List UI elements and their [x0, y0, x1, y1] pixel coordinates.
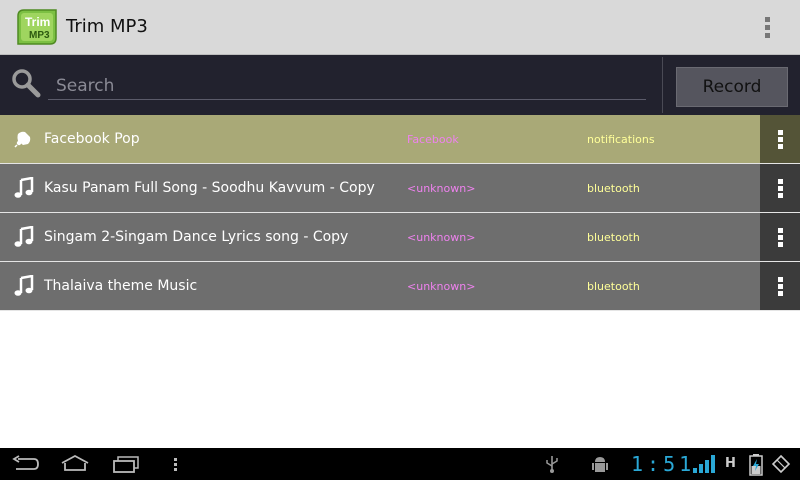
sound-album: notifications — [587, 133, 655, 146]
sound-artist: <unknown> — [407, 231, 476, 244]
row-overflow-menu-icon[interactable] — [760, 262, 800, 310]
music-note-icon — [13, 176, 35, 199]
sound-album: bluetooth — [587, 280, 640, 293]
row-overflow-menu-icon[interactable] — [760, 164, 800, 212]
app-title: Trim MP3 — [66, 16, 148, 37]
status-clock: 1:51 — [631, 452, 696, 476]
logo-text-top: Trim — [25, 15, 50, 29]
list-item[interactable]: Singam 2-Singam Dance Lyrics song - Copy… — [0, 213, 800, 262]
recent-apps-icon[interactable] — [112, 454, 140, 474]
search-field[interactable] — [48, 72, 648, 102]
record-button[interactable]: Record — [676, 67, 788, 107]
music-note-icon — [13, 225, 35, 248]
row-overflow-menu-icon[interactable] — [760, 115, 800, 163]
sound-album: bluetooth — [587, 231, 640, 244]
sound-title: Kasu Panam Full Song - Soodhu Kavvum - C… — [44, 180, 375, 196]
system-bar: 1:51 H — [0, 448, 800, 480]
logo-text-bottom: MP3 — [29, 30, 50, 41]
sound-artist: Facebook — [407, 133, 459, 146]
back-icon[interactable] — [10, 454, 40, 474]
sound-artist: <unknown> — [407, 280, 476, 293]
list-item[interactable]: Thalaiva theme Music <unknown> bluetooth — [0, 262, 800, 311]
list-item[interactable]: Kasu Panam Full Song - Soodhu Kavvum - C… — [0, 164, 800, 213]
notification-bell-icon — [13, 128, 35, 150]
sound-artist: <unknown> — [407, 182, 476, 195]
search-input[interactable] — [48, 72, 646, 100]
overflow-menu-icon[interactable] — [760, 14, 776, 42]
app-logo-icon: Trim MP3 — [16, 8, 58, 46]
action-bar: Trim MP3 Trim MP3 — [0, 0, 800, 55]
sound-list: Facebook Pop Facebook notifications Kasu… — [0, 115, 800, 311]
list-item[interactable]: Facebook Pop Facebook notifications — [0, 115, 800, 164]
screen-rotation-icon — [771, 454, 791, 474]
row-overflow-menu-icon[interactable] — [760, 213, 800, 261]
usb-icon — [542, 454, 562, 474]
android-debug-icon — [590, 454, 610, 474]
music-note-icon — [13, 274, 35, 297]
sound-title: Singam 2-Singam Dance Lyrics song - Copy — [44, 229, 349, 245]
signal-strength-icon — [692, 454, 716, 474]
sound-title: Facebook Pop — [44, 131, 140, 147]
menu-icon[interactable] — [172, 454, 180, 474]
network-type-label: H — [725, 456, 736, 471]
home-icon[interactable] — [60, 454, 90, 474]
sound-title: Thalaiva theme Music — [44, 278, 198, 294]
search-icon — [11, 68, 41, 98]
battery-charging-icon — [748, 454, 764, 476]
search-divider — [662, 57, 663, 113]
sound-album: bluetooth — [587, 182, 640, 195]
